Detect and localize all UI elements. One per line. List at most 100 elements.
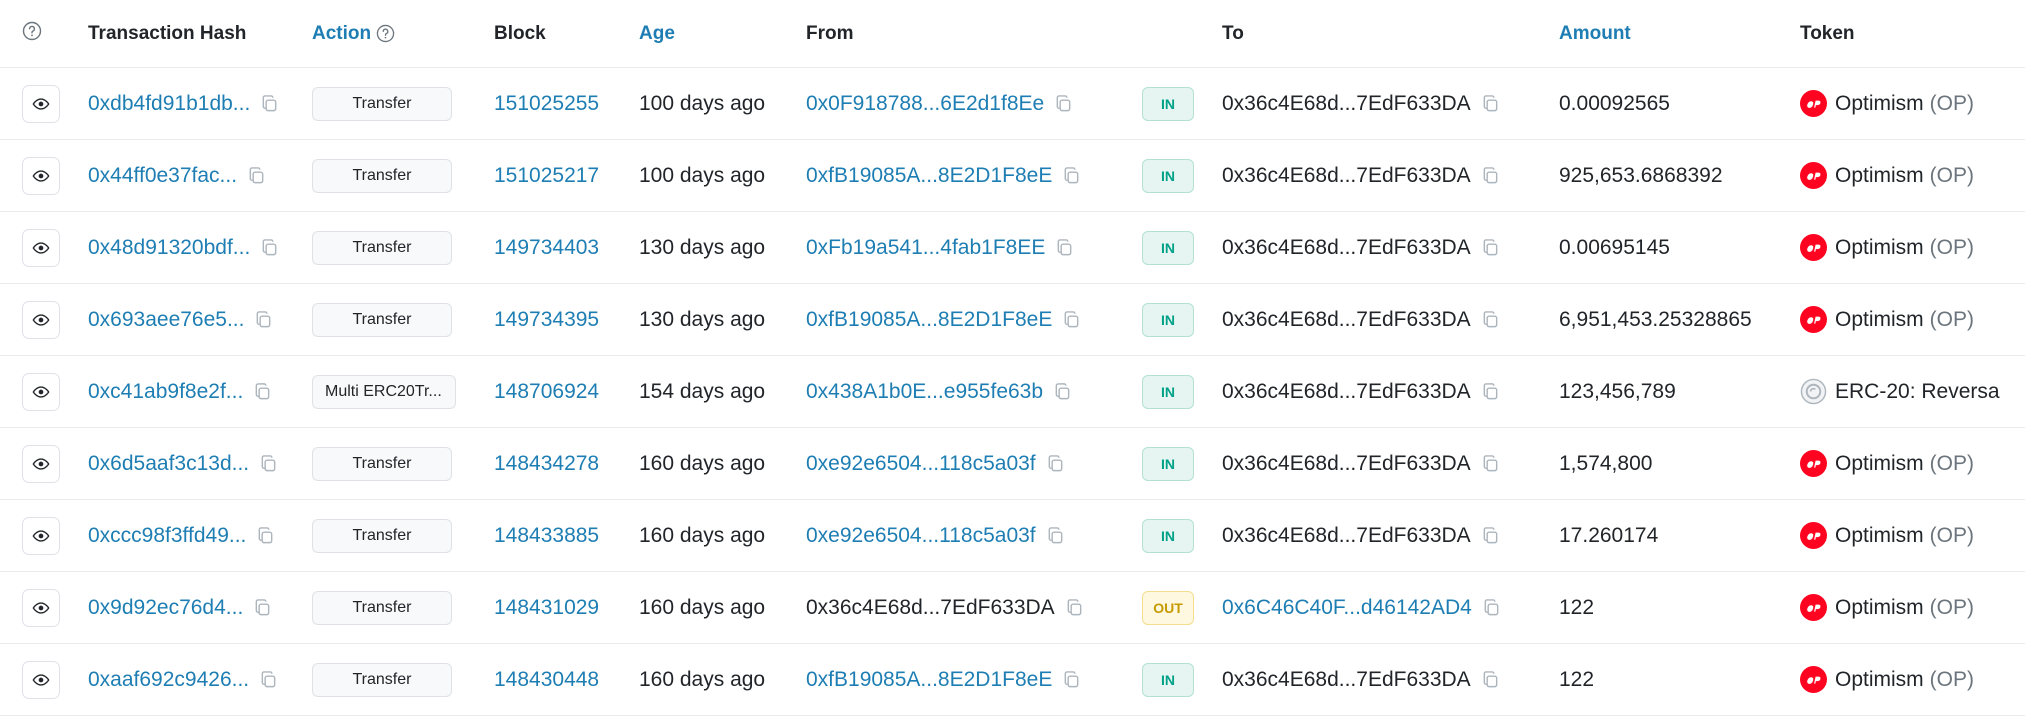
header-action-label[interactable]: Action	[312, 23, 371, 45]
preview-cell	[22, 140, 60, 211]
table-body: 0xdb4fd91b1db... Transfer 151025255 100 day…	[0, 68, 2025, 716]
preview-button[interactable]	[22, 300, 60, 339]
tx-hash-cell: 0x9d92ec76d4...	[88, 572, 272, 643]
from-address[interactable]: 0xfB19085A...8E2D1F8eE	[806, 668, 1052, 692]
token-cell[interactable]: Optimism (OP)	[1800, 212, 1974, 283]
optimism-logo-icon	[1800, 450, 1827, 477]
copy-icon[interactable]	[1481, 454, 1500, 473]
copy-icon[interactable]	[260, 94, 279, 113]
block-link[interactable]: 151025217	[494, 164, 599, 188]
token-cell[interactable]: Optimism (OP)	[1800, 500, 1974, 571]
header-age[interactable]: Age	[639, 0, 675, 67]
from-address[interactable]: 0xFb19a541...4fab1F8EE	[806, 236, 1045, 260]
token-name[interactable]: Optimism	[1835, 452, 1924, 476]
preview-button[interactable]	[22, 228, 60, 267]
copy-icon[interactable]	[1481, 166, 1500, 185]
to-cell: 0x36c4E68d...7EdF633DA	[1222, 140, 1500, 211]
token-cell[interactable]: Optimism (OP)	[1800, 284, 1974, 355]
copy-icon[interactable]	[1046, 454, 1065, 473]
tx-hash-link[interactable]: 0x44ff0e37fac...	[88, 164, 237, 188]
from-address[interactable]: 0xfB19085A...8E2D1F8eE	[806, 308, 1052, 332]
copy-icon[interactable]	[253, 598, 272, 617]
token-name[interactable]: Optimism	[1835, 92, 1924, 116]
token-cell[interactable]: Optimism (OP)	[1800, 428, 1974, 499]
copy-icon[interactable]	[1481, 382, 1500, 401]
tx-hash-link[interactable]: 0x693aee76e5...	[88, 308, 244, 332]
action-cell: Transfer	[312, 140, 452, 211]
token-name[interactable]: Optimism	[1835, 524, 1924, 548]
copy-icon[interactable]	[253, 382, 272, 401]
copy-icon[interactable]	[259, 454, 278, 473]
from-address[interactable]: 0xfB19085A...8E2D1F8eE	[806, 164, 1052, 188]
token-name[interactable]: Optimism	[1835, 596, 1924, 620]
copy-icon[interactable]	[1481, 94, 1500, 113]
token-cell[interactable]: Optimism (OP)	[1800, 140, 1974, 211]
from-address[interactable]: 0xe92e6504...118c5a03f	[806, 524, 1036, 548]
block-link[interactable]: 148433885	[494, 524, 599, 548]
copy-icon[interactable]	[1481, 238, 1500, 257]
copy-icon[interactable]	[1481, 526, 1500, 545]
token-name[interactable]: Optimism	[1835, 164, 1924, 188]
block-link[interactable]: 148434278	[494, 452, 599, 476]
copy-icon[interactable]	[259, 670, 278, 689]
to-address[interactable]: 0x6C46C40F...d46142AD4	[1222, 596, 1472, 620]
block-link[interactable]: 149734403	[494, 236, 599, 260]
tx-hash-link[interactable]: 0x9d92ec76d4...	[88, 596, 243, 620]
preview-button[interactable]	[22, 660, 60, 699]
token-name[interactable]: Optimism	[1835, 308, 1924, 332]
copy-icon[interactable]	[1065, 598, 1084, 617]
preview-button[interactable]	[22, 84, 60, 123]
copy-icon[interactable]	[1481, 670, 1500, 689]
header-amount[interactable]: Amount	[1559, 0, 1631, 67]
header-help[interactable]	[22, 0, 42, 67]
copy-icon[interactable]	[1481, 310, 1500, 329]
copy-icon[interactable]	[1482, 598, 1501, 617]
token-name[interactable]: ERC-20: Reversa	[1835, 380, 2000, 404]
preview-button[interactable]	[22, 372, 60, 411]
tx-hash-link[interactable]: 0xc41ab9f8e2f...	[88, 380, 243, 404]
token-cell[interactable]: Optimism (OP)	[1800, 68, 1974, 139]
token-name[interactable]: Optimism	[1835, 668, 1924, 692]
copy-icon[interactable]	[1062, 310, 1081, 329]
optimism-logo-icon	[1800, 90, 1827, 117]
tx-hash-link[interactable]: 0xaaf692c9426...	[88, 668, 249, 692]
copy-icon[interactable]	[1053, 382, 1072, 401]
block-link[interactable]: 149734395	[494, 308, 599, 332]
block-link[interactable]: 148431029	[494, 596, 599, 620]
copy-icon[interactable]	[1055, 238, 1074, 257]
preview-button[interactable]	[22, 516, 60, 555]
copy-icon[interactable]	[256, 526, 275, 545]
copy-icon[interactable]	[247, 166, 266, 185]
table-row: 0x44ff0e37fac... Transfer 151025217 100 day…	[0, 140, 2025, 212]
copy-icon[interactable]	[1062, 670, 1081, 689]
eye-icon	[32, 671, 50, 689]
copy-icon[interactable]	[1062, 166, 1081, 185]
tx-hash-cell: 0xccc98f3ffd49...	[88, 500, 275, 571]
token-name[interactable]: Optimism	[1835, 236, 1924, 260]
copy-icon[interactable]	[1054, 94, 1073, 113]
block-link[interactable]: 148706924	[494, 380, 599, 404]
block-link[interactable]: 151025255	[494, 92, 599, 116]
tx-hash-link[interactable]: 0xdb4fd91b1db...	[88, 92, 250, 116]
copy-icon[interactable]	[1046, 526, 1065, 545]
tx-hash-link[interactable]: 0x48d91320bdf...	[88, 236, 250, 260]
question-circle-icon[interactable]	[22, 21, 42, 47]
from-address[interactable]: 0x0F918788...6E2d1f8Ee	[806, 92, 1044, 116]
tx-hash-link[interactable]: 0x6d5aaf3c13d...	[88, 452, 249, 476]
header-action[interactable]: Action	[312, 0, 395, 67]
from-address[interactable]: 0x438A1b0E...e955fe63b	[806, 380, 1043, 404]
token-cell[interactable]: ERC-20: Reversa	[1800, 356, 2000, 427]
preview-button[interactable]	[22, 588, 60, 627]
question-circle-icon[interactable]	[376, 24, 395, 43]
tx-hash-link[interactable]: 0xccc98f3ffd49...	[88, 524, 246, 548]
copy-icon[interactable]	[254, 310, 273, 329]
preview-button[interactable]	[22, 444, 60, 483]
token-cell[interactable]: Optimism (OP)	[1800, 644, 1974, 715]
header-from: From	[806, 22, 854, 44]
block-link[interactable]: 148430448	[494, 668, 599, 692]
from-address[interactable]: 0xe92e6504...118c5a03f	[806, 452, 1036, 476]
token-cell[interactable]: Optimism (OP)	[1800, 572, 1974, 643]
preview-button[interactable]	[22, 156, 60, 195]
direction-badge: IN	[1142, 302, 1194, 337]
copy-icon[interactable]	[260, 238, 279, 257]
